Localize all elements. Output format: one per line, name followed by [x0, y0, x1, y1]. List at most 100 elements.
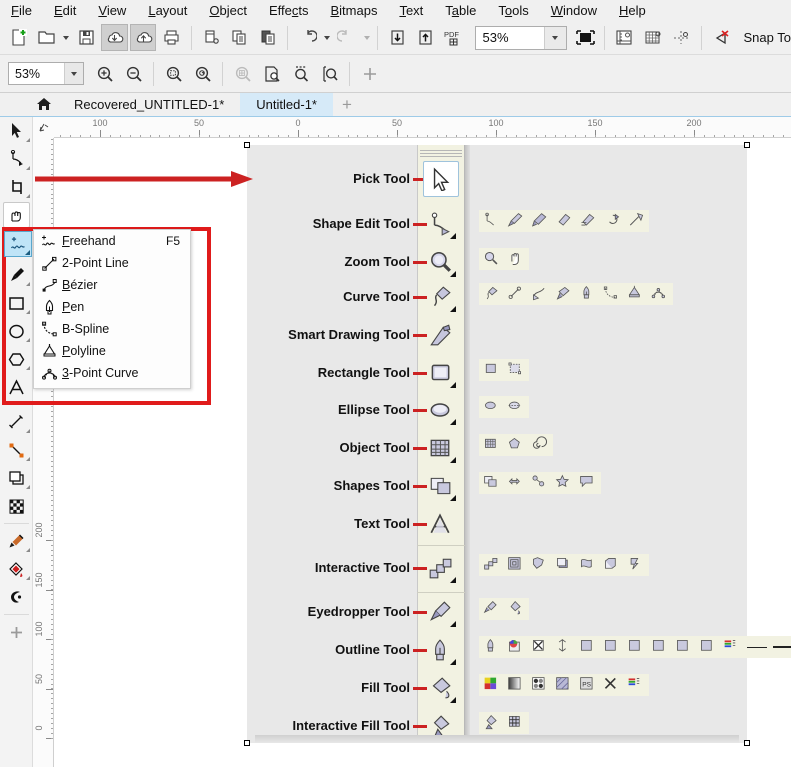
cut-icon[interactable] [198, 24, 225, 51]
selection-handle-se[interactable] [744, 740, 750, 746]
flyout-item-3-point-curve[interactable]: 3-Point Curve [34, 362, 190, 384]
horizontal-ruler[interactable]: 10050050100150200 [33, 117, 791, 138]
toolbox-customize-add-icon[interactable] [0, 618, 33, 646]
flyout-item-2-point-line[interactable]: 2-Point Line [34, 252, 190, 274]
selection-handle-nw[interactable] [244, 142, 250, 148]
diagram-curve-tool-icon [425, 282, 455, 312]
zoom-percent-dropdown-icon[interactable] [64, 63, 83, 84]
menu-item-text[interactable]: Text [388, 0, 434, 21]
diagram-ellipse-tool-icon [425, 395, 455, 425]
flyout-item-polyline[interactable]: Polyline [34, 340, 190, 362]
ruler-minor-tick [229, 135, 230, 137]
full-screen-preview-icon[interactable] [572, 24, 599, 51]
diagram-arrow-shapes-icon [507, 474, 525, 492]
document-tab-recovered[interactable]: Recovered_UNTITLED-1* [58, 93, 240, 116]
menu-item-window[interactable]: Window [540, 0, 608, 21]
save-document-icon[interactable] [73, 24, 100, 51]
open-recent-caret-icon[interactable] [61, 24, 72, 51]
zoom-to-page-icon[interactable] [229, 60, 256, 87]
menu-item-table[interactable]: Table [434, 0, 487, 21]
new-document-tab-icon[interactable]: + [333, 93, 361, 116]
toolbox-reference-image[interactable]: Pick ToolShape Edit ToolZoom ToolCurve T… [247, 145, 747, 743]
home-icon[interactable] [30, 92, 58, 116]
curve-tools-flyout-menu[interactable]: Freehand F5 2-Point Line Bézier Pen B-Sp… [33, 229, 191, 389]
flyout-label-2-point-line: 2-Point Line [62, 256, 180, 270]
toolbox-fill-tool[interactable] [0, 555, 33, 583]
zoom-to-page-height-icon[interactable] [287, 60, 314, 87]
diagram-paintbucket-icon [507, 600, 525, 618]
diagram-smear-icon [579, 212, 597, 230]
menu-item-tools[interactable]: Tools [487, 0, 539, 21]
snap-off-icon[interactable] [708, 24, 735, 51]
toolbox-shape-edit-tool[interactable] [0, 145, 33, 173]
paste-icon[interactable] [255, 24, 282, 51]
ruler-minor-tick [51, 486, 53, 487]
zoom-to-page-width-icon[interactable] [258, 60, 285, 87]
ruler-unit-corner[interactable] [33, 117, 54, 138]
menu-item-object[interactable]: Object [198, 0, 258, 21]
toolbox-color-eyedropper-tool[interactable] [0, 527, 33, 555]
ruler-minor-tick [51, 456, 53, 457]
toolbox-smart-fill-tool[interactable] [0, 583, 33, 611]
zoom-out-icon[interactable] [120, 60, 147, 87]
toolbox-crop-tool[interactable] [0, 173, 33, 201]
ruler-minor-tick [288, 135, 289, 137]
show-rulers-icon[interactable] [611, 24, 638, 51]
redo-history-caret-icon[interactable] [361, 24, 372, 51]
menu-item-file[interactable]: File [0, 0, 43, 21]
toolbox-zoom-tool[interactable] [3, 202, 30, 228]
zoom-level-combo[interactable]: 53% [475, 26, 567, 50]
snap-to-label[interactable]: Snap To [743, 30, 790, 45]
ruler-label: 150 [34, 572, 44, 587]
publish-pdf-icon[interactable]: PDF [441, 24, 468, 51]
menu-item-bitmaps[interactable]: Bitmaps [319, 0, 388, 21]
selection-handle-ne[interactable] [744, 142, 750, 148]
diagram-two-point-icon [627, 638, 645, 656]
selection-handle-sw[interactable] [244, 740, 250, 746]
toolbox-transparency-tool[interactable] [0, 492, 33, 520]
flyout-item-b-spline[interactable]: B-Spline [34, 318, 190, 340]
zoom-to-all-objects-icon[interactable] [189, 60, 216, 87]
toolbox-dimension-tool[interactable] [0, 408, 33, 436]
document-tab-untitled[interactable]: Untitled-1* [240, 93, 333, 116]
toolbox-connector-tool[interactable] [0, 436, 33, 464]
toolbox-freehand-tool[interactable] [4, 231, 32, 257]
export-icon[interactable] [130, 24, 157, 51]
show-guides-icon[interactable] [668, 24, 695, 51]
toolbox-drop-shadow-tool[interactable] [0, 464, 33, 492]
menu-item-edit[interactable]: Edit [43, 0, 87, 21]
add-toolbar-icon[interactable] [356, 60, 383, 87]
menu-item-effects[interactable]: Effects [258, 0, 320, 21]
flyout-item-pen[interactable]: Pen [34, 296, 190, 318]
ruler-minor-tick [348, 135, 349, 137]
zoom-to-custom-icon[interactable] [316, 60, 343, 87]
ruler-minor-tick [51, 674, 53, 675]
zoom-to-selection-icon[interactable] [160, 60, 187, 87]
show-grid-icon[interactable] [640, 24, 667, 51]
flyout-item-freehand[interactable]: Freehand F5 [34, 230, 190, 252]
zoom-level-dropdown-icon[interactable] [544, 27, 566, 49]
open-document-icon[interactable] [33, 24, 60, 51]
menu-item-view[interactable]: View [87, 0, 137, 21]
diagram-three-point-curve-icon [651, 285, 669, 303]
new-document-icon[interactable] [5, 24, 32, 51]
zoom-in-icon[interactable] [91, 60, 118, 87]
print-icon[interactable] [158, 24, 185, 51]
undo-icon[interactable] [294, 24, 321, 51]
diagram-bezier-icon [531, 285, 549, 303]
toolbox-pick-tool[interactable] [0, 117, 33, 145]
diagram-object-tool-icon [425, 433, 455, 463]
import-down-icon[interactable] [384, 24, 411, 51]
export-up-icon[interactable] [413, 24, 440, 51]
zoom-percent-combo[interactable]: 53% [8, 62, 84, 85]
flyout-item-bezier[interactable]: Bézier [34, 274, 190, 296]
undo-history-caret-icon[interactable] [322, 24, 333, 51]
ruler-minor-tick [51, 649, 53, 650]
menu-item-layout[interactable]: Layout [137, 0, 198, 21]
copy-icon[interactable] [226, 24, 253, 51]
redo-icon[interactable] [334, 24, 361, 51]
diagram-three-point-ellipse-icon [507, 398, 525, 416]
import-icon[interactable] [101, 24, 128, 51]
ruler-minor-tick [150, 135, 151, 137]
menu-item-help[interactable]: Help [608, 0, 657, 21]
